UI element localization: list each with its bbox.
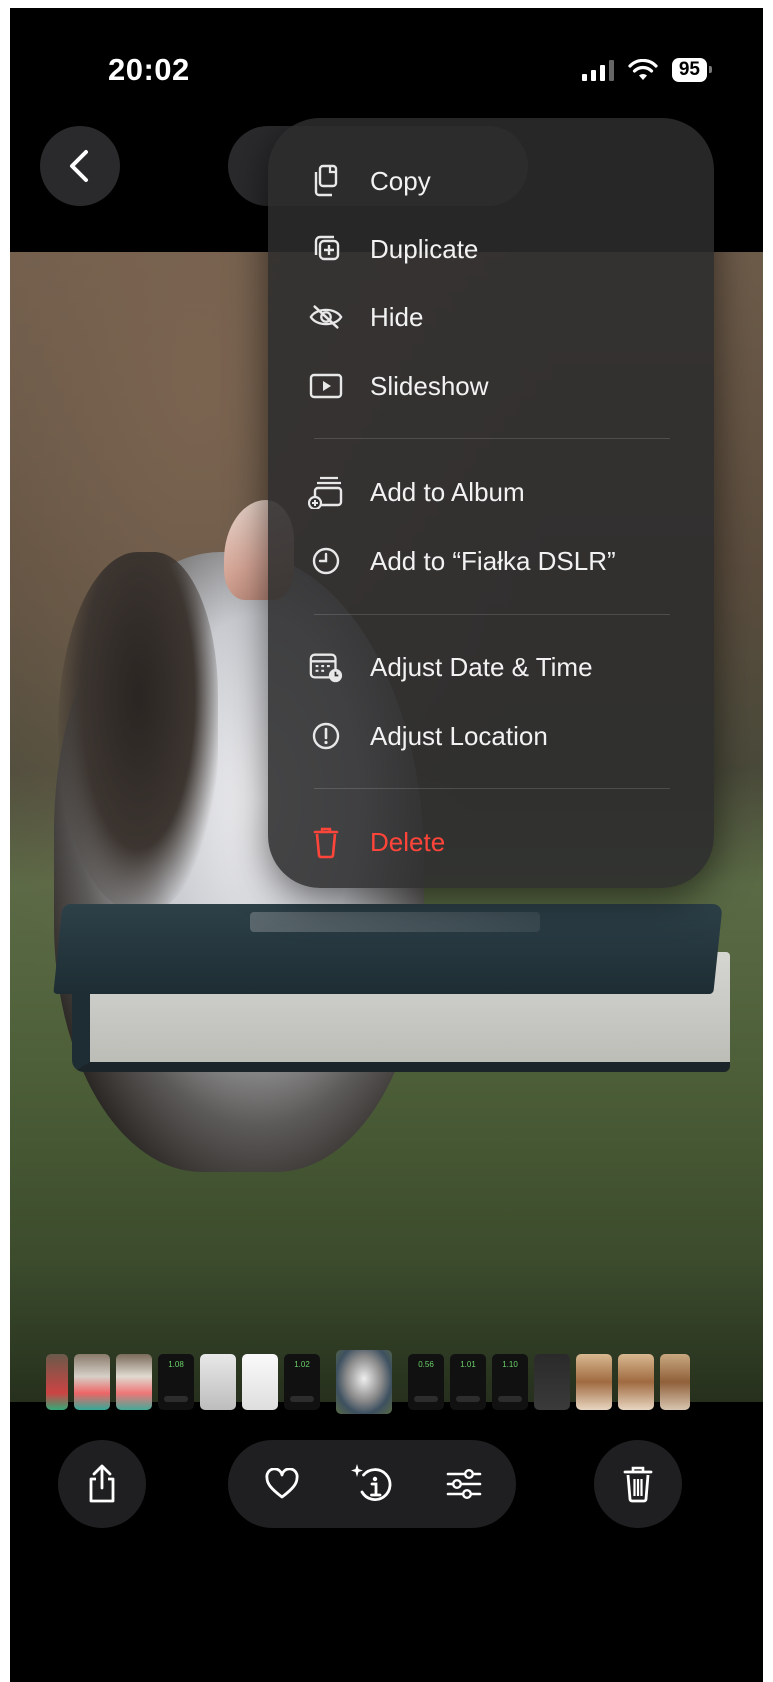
- menu-item-label: Hide: [370, 301, 424, 332]
- menu-separator: [314, 614, 670, 615]
- menu-item-label: Add to Album: [370, 476, 525, 507]
- menu-item-delete[interactable]: Delete: [268, 811, 714, 873]
- menu-item-duplicate[interactable]: Duplicate: [268, 218, 714, 280]
- heart-icon: [265, 1468, 299, 1499]
- status-icons: 95: [581, 58, 713, 82]
- thumbnail[interactable]: [576, 1354, 612, 1410]
- menu-separator: [314, 788, 670, 789]
- thumbnail[interactable]: [534, 1354, 570, 1410]
- location-info-icon: [308, 718, 344, 754]
- eye-slash-icon: [308, 299, 344, 335]
- status-time: 20:02: [108, 52, 190, 87]
- photo-book-title: [250, 912, 540, 932]
- add-to-album-icon: [308, 474, 344, 510]
- thumbnail[interactable]: [618, 1354, 654, 1410]
- clock-icon: [308, 543, 344, 579]
- thumbnail[interactable]: 1.02: [284, 1354, 320, 1410]
- menu-item-copy[interactable]: Copy: [268, 150, 714, 212]
- menu-item-add-to-album[interactable]: Add to Album: [268, 461, 714, 523]
- photo-viewer-screen: 20:02 95 Copy Duplicate Hide Slideshow A…: [10, 8, 763, 1682]
- play-rectangle-icon: [308, 368, 344, 404]
- cellular-signal-icon: [581, 59, 614, 81]
- menu-item-adjust-date-time[interactable]: Adjust Date & Time: [268, 636, 714, 698]
- chevron-left-icon: [70, 150, 88, 182]
- menu-item-label: Add to “Fiałka DSLR”: [370, 545, 616, 576]
- thumbnail-label: 1.01: [460, 1360, 476, 1369]
- menu-item-hide[interactable]: Hide: [268, 286, 714, 348]
- edit-button[interactable]: [420, 1440, 508, 1528]
- delete-button[interactable]: [594, 1440, 682, 1528]
- menu-item-slideshow[interactable]: Slideshow: [268, 355, 714, 417]
- menu-item-label: Duplicate: [370, 233, 479, 264]
- thumbnail[interactable]: [116, 1354, 152, 1410]
- menu-item-label: Adjust Location: [370, 720, 548, 751]
- calendar-clock-icon: [308, 649, 344, 685]
- menu-item-label: Adjust Date & Time: [370, 651, 593, 682]
- thumbnail-label: 0.56: [418, 1360, 434, 1369]
- duplicate-icon: [308, 231, 344, 267]
- copy-icon: [308, 163, 344, 199]
- thumbnail-label: 1.10: [502, 1360, 518, 1369]
- wifi-icon: [628, 59, 658, 80]
- thumbnail[interactable]: 1.08: [158, 1354, 194, 1410]
- thumbnail[interactable]: [200, 1354, 236, 1410]
- battery-indicator: 95: [671, 58, 713, 82]
- info-button[interactable]: [328, 1440, 416, 1528]
- photo-cat-patch: [58, 552, 218, 912]
- trash-icon: [623, 1466, 653, 1503]
- thumbnail[interactable]: 1.01: [450, 1354, 486, 1410]
- thumbnail[interactable]: [74, 1354, 110, 1410]
- sparkle-info-icon: [351, 1464, 392, 1501]
- thumbnail[interactable]: [660, 1354, 690, 1410]
- thumbnail[interactable]: [242, 1354, 278, 1410]
- thumbnail-strip[interactable]: 1.08 1.02 0.56 1.01 1.10: [46, 1350, 736, 1414]
- favorite-button[interactable]: [238, 1440, 326, 1528]
- context-menu: Copy Duplicate Hide Slideshow Add to Alb…: [268, 118, 714, 888]
- menu-item-adjust-location[interactable]: Adjust Location: [268, 705, 714, 767]
- thumbnail-label: 1.02: [294, 1360, 310, 1369]
- menu-item-add-to-fialka-dslr[interactable]: Add to “Fiałka DSLR”: [268, 530, 714, 592]
- menu-item-label: Copy: [370, 165, 431, 196]
- thumbnail[interactable]: 0.56: [408, 1354, 444, 1410]
- share-button[interactable]: [58, 1440, 146, 1528]
- thumbnail-current[interactable]: [336, 1350, 392, 1414]
- menu-separator: [314, 438, 670, 439]
- sliders-icon: [446, 1469, 482, 1500]
- share-icon: [89, 1464, 115, 1503]
- thumbnail[interactable]: 1.10: [492, 1354, 528, 1410]
- back-button[interactable]: [40, 126, 120, 206]
- trash-icon: [308, 824, 344, 860]
- menu-item-label: Slideshow: [370, 370, 489, 401]
- menu-item-label: Delete: [370, 826, 446, 857]
- toolbar-center-group: [228, 1440, 516, 1528]
- thumbnail[interactable]: [46, 1354, 68, 1410]
- thumbnail-label: 1.08: [168, 1360, 184, 1369]
